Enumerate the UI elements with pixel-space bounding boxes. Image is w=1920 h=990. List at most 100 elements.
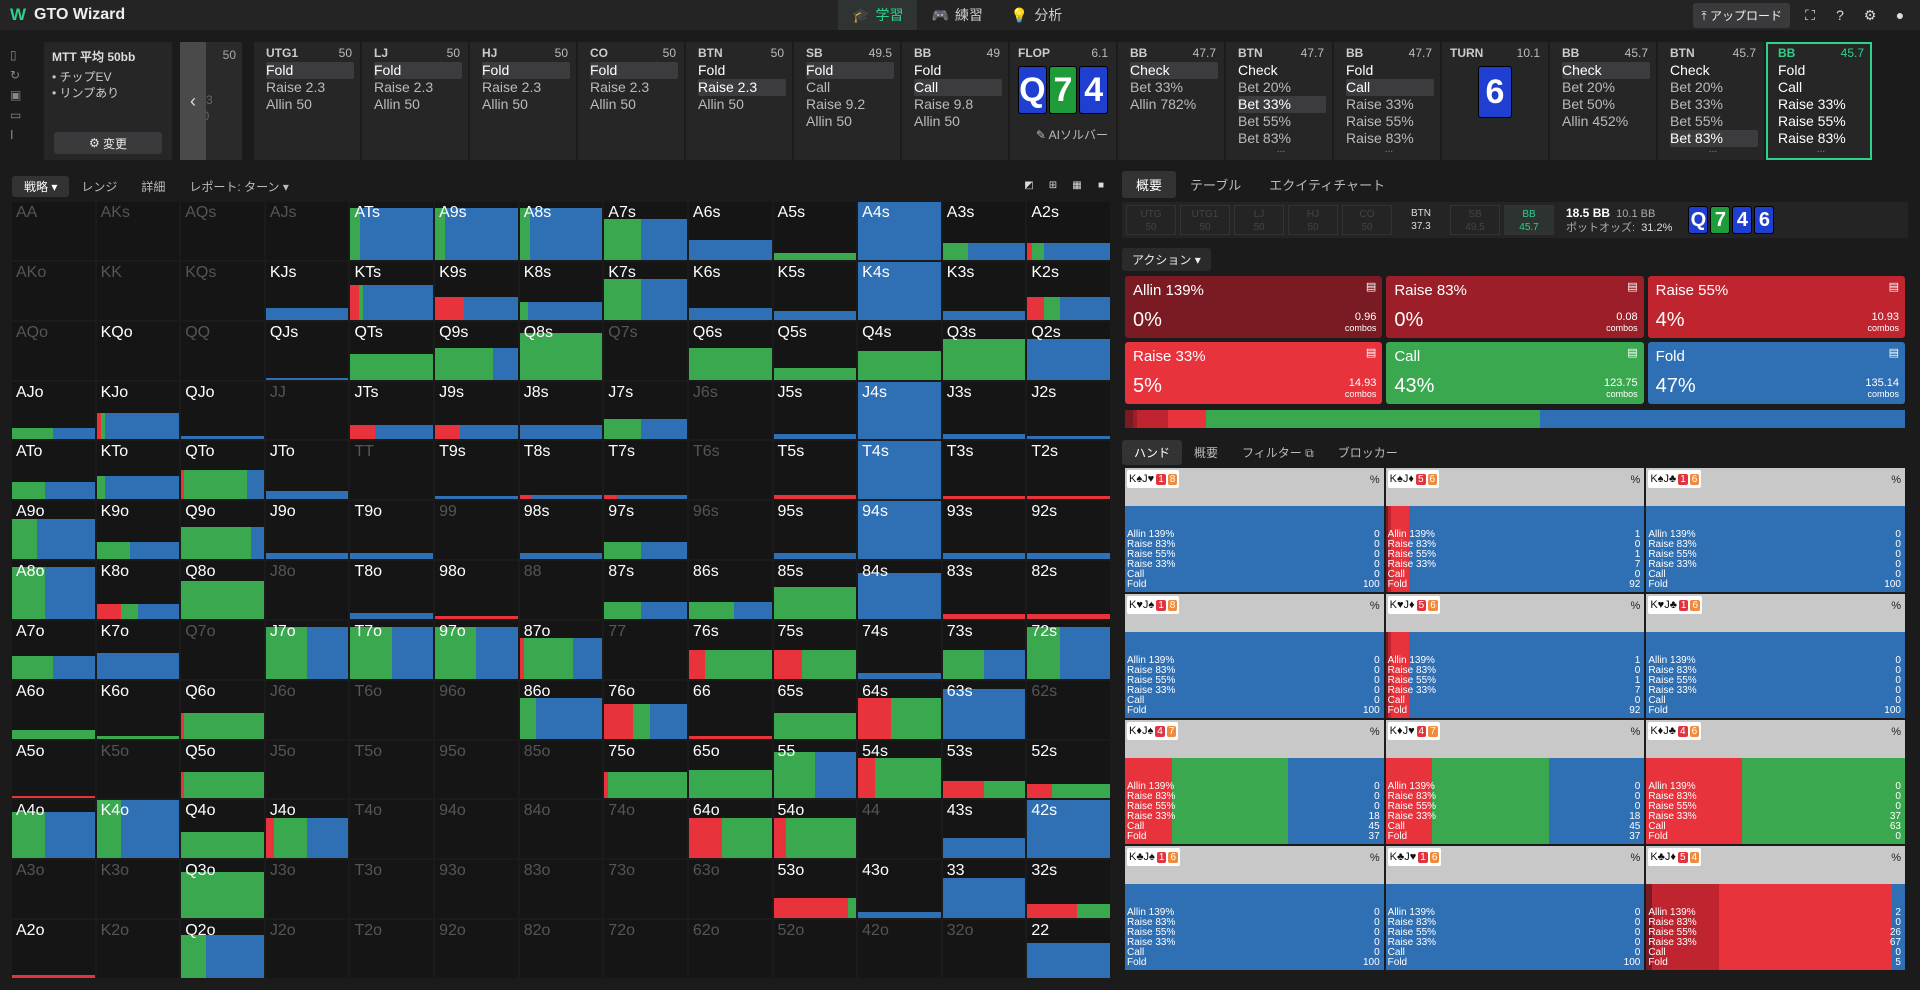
account-icon[interactable]: ● <box>1890 5 1910 25</box>
hand-cell[interactable]: T4s <box>858 441 941 500</box>
hand-cell[interactable]: J8o <box>265 561 349 619</box>
hand-cell[interactable]: Q7s <box>604 321 687 380</box>
hand-cell[interactable]: 88 <box>519 561 603 619</box>
hand-cell[interactable]: JTo <box>265 441 349 500</box>
hand-cell[interactable]: 43o <box>858 860 941 919</box>
action-option[interactable]: Fold <box>266 62 354 79</box>
position-box[interactable]: BB 49 Fold Call Raise 9.8 Allin 50 <box>902 42 1008 160</box>
hand-cell[interactable]: 96o <box>435 680 518 739</box>
hand-cell[interactable]: 52s <box>1027 740 1110 799</box>
hand-cell[interactable]: T5o <box>350 740 434 799</box>
action-option[interactable]: Fold <box>482 62 570 79</box>
hand-cell[interactable]: QJs <box>265 321 349 380</box>
action-option[interactable]: Raise 55% <box>1778 113 1866 130</box>
hand-cell[interactable]: 62o <box>688 920 772 978</box>
hand-cell[interactable]: K8o <box>96 561 180 619</box>
position-box[interactable]: LJ 50 Fold Raise 2.3 Allin 50 <box>362 42 468 160</box>
hand-cell[interactable]: JTs <box>350 381 434 440</box>
collapsed-position[interactable]: 50 2.350 ‹ <box>180 42 242 160</box>
action-option[interactable]: Raise 2.3 <box>266 79 354 96</box>
hand-cell[interactable]: A2s <box>1027 202 1110 260</box>
hand-cell[interactable]: 96s <box>688 501 772 560</box>
hand-cell[interactable]: 87s <box>604 561 687 619</box>
hand-cell[interactable]: J5o <box>265 740 349 799</box>
hand-cell[interactable]: 65s <box>773 680 857 739</box>
hand-cell[interactable]: 94o <box>435 800 518 859</box>
action-option[interactable]: Call <box>914 79 1002 96</box>
hand-cell[interactable]: AKo <box>12 261 95 320</box>
seat-co[interactable]: CO 50 <box>1342 205 1392 235</box>
position-box[interactable]: BTN 45.7 Check Bet 20% Bet 33% Bet 55% Bet 83%… <box>1658 42 1764 160</box>
hand-cell[interactable]: K3s <box>942 261 1026 320</box>
hand-cell[interactable]: 62s <box>1027 680 1110 739</box>
hand-cell[interactable]: A8s <box>519 202 603 260</box>
hand-cell[interactable]: 74o <box>604 800 687 859</box>
hand-cell[interactable]: 55 <box>773 740 857 799</box>
hand-cell[interactable]: K2o <box>96 920 180 978</box>
hand-cell[interactable]: 82s <box>1027 561 1110 619</box>
hand-cell[interactable]: AA <box>12 202 95 260</box>
action-option[interactable]: Raise 55% <box>1346 113 1434 130</box>
hand-cell[interactable]: 85o <box>519 740 603 799</box>
hand-cell[interactable]: 86s <box>688 561 772 619</box>
hand-combo[interactable]: K♣J♥ 1 6% Allin 139% 0 Raise 83% 0 Raise 55% 0 Ra… <box>1385 846 1645 970</box>
hand-cell[interactable]: 75o <box>604 740 687 799</box>
hand-cell[interactable]: K3o <box>96 860 180 919</box>
hand-cell[interactable]: 22 <box>1027 920 1110 978</box>
hand-cell[interactable]: ATo <box>12 441 95 500</box>
position-box[interactable]: UTG1 50 Fold Raise 2.3 Allin 50 <box>254 42 360 160</box>
hand-cell[interactable]: 99 <box>435 501 518 560</box>
hand-cell[interactable]: Q9o <box>181 501 264 560</box>
hand-cell[interactable]: J7o <box>265 620 349 679</box>
hand-cell[interactable]: T6s <box>688 441 772 500</box>
action-option[interactable]: Bet 20% <box>1238 79 1326 96</box>
hand-cell[interactable]: T5s <box>773 441 857 500</box>
hand-cell[interactable]: 77 <box>604 620 687 679</box>
hand-cell[interactable]: 92o <box>435 920 518 978</box>
tab-strategy[interactable]: 戦略 ▾ <box>12 175 70 197</box>
action-option[interactable]: Fold <box>590 62 678 79</box>
more-icon[interactable]: ... <box>1238 145 1324 155</box>
action-option[interactable]: Check <box>1670 62 1758 79</box>
hand-cell[interactable]: T3s <box>942 441 1026 500</box>
more-icon[interactable]: ... <box>1346 145 1432 155</box>
text-icon[interactable]: Ⅰ <box>10 128 32 142</box>
list-icon[interactable]: ▤ <box>1366 346 1376 359</box>
tab-hands[interactable]: ハンド <box>1122 440 1183 465</box>
hand-cell[interactable]: A3s <box>942 202 1026 260</box>
flop-box[interactable]: FLOP 6.1 Q 7 4 ✎ AIソルバー <box>1010 42 1116 160</box>
hand-cell[interactable]: 42o <box>858 920 941 978</box>
hand-cell[interactable]: A7o <box>12 620 95 679</box>
action-option[interactable]: Allin 50 <box>914 113 1002 130</box>
position-box[interactable]: BTN 47.7 Check Bet 20% Bet 33% Bet 55% Bet 83%… <box>1226 42 1332 160</box>
hand-cell[interactable]: J2o <box>265 920 349 978</box>
hand-combo[interactable]: K♠J♦ 5 6% Allin 139% 1 Raise 83% 0 Raise 55% 1 Ra… <box>1385 468 1645 592</box>
list-icon[interactable]: ▤ <box>1627 280 1637 293</box>
hand-cell[interactable]: T3o <box>350 860 434 919</box>
hand-cell[interactable]: K5s <box>773 261 857 320</box>
action-option[interactable]: Raise 33% <box>1778 96 1866 113</box>
action-option[interactable]: Bet 20% <box>1562 79 1650 96</box>
hand-cell[interactable]: 66 <box>688 680 772 739</box>
hand-cell[interactable]: K9o <box>96 501 180 560</box>
hand-cell[interactable]: Q5s <box>773 321 857 380</box>
hand-cell[interactable]: T6o <box>350 680 434 739</box>
hand-cell[interactable]: K4s <box>858 261 941 320</box>
hand-cell[interactable]: 83s <box>942 561 1026 619</box>
action-option[interactable]: Bet 33% <box>1670 96 1758 113</box>
action-option[interactable]: Raise 2.3 <box>374 79 462 96</box>
action-option[interactable]: Allin 50 <box>590 96 678 113</box>
hand-cell[interactable]: 44 <box>858 800 941 859</box>
hand-combo[interactable]: K♠J♥ 1 8% Allin 139% 0 Raise 83% 0 Raise 55% 0 Ra… <box>1125 468 1384 592</box>
hand-cell[interactable]: A6s <box>688 202 772 260</box>
action-option[interactable]: Bet 55% <box>1670 113 1758 130</box>
hand-cell[interactable]: 76o <box>604 680 687 739</box>
hand-cell[interactable]: 72s <box>1027 620 1110 679</box>
seat-btn[interactable]: BTN 37.3 <box>1396 205 1446 235</box>
position-box[interactable]: HJ 50 Fold Raise 2.3 Allin 50 <box>470 42 576 160</box>
more-icon[interactable]: ... <box>1778 145 1864 155</box>
action-card[interactable]: Raise 83% 0% 0.08 combos ▤ <box>1386 276 1644 338</box>
position-box[interactable]: BTN 50 Fold Raise 2.3 Allin 50 <box>686 42 792 160</box>
hand-cell[interactable]: Q7o <box>181 620 264 679</box>
hand-cell[interactable]: 82o <box>519 920 603 978</box>
